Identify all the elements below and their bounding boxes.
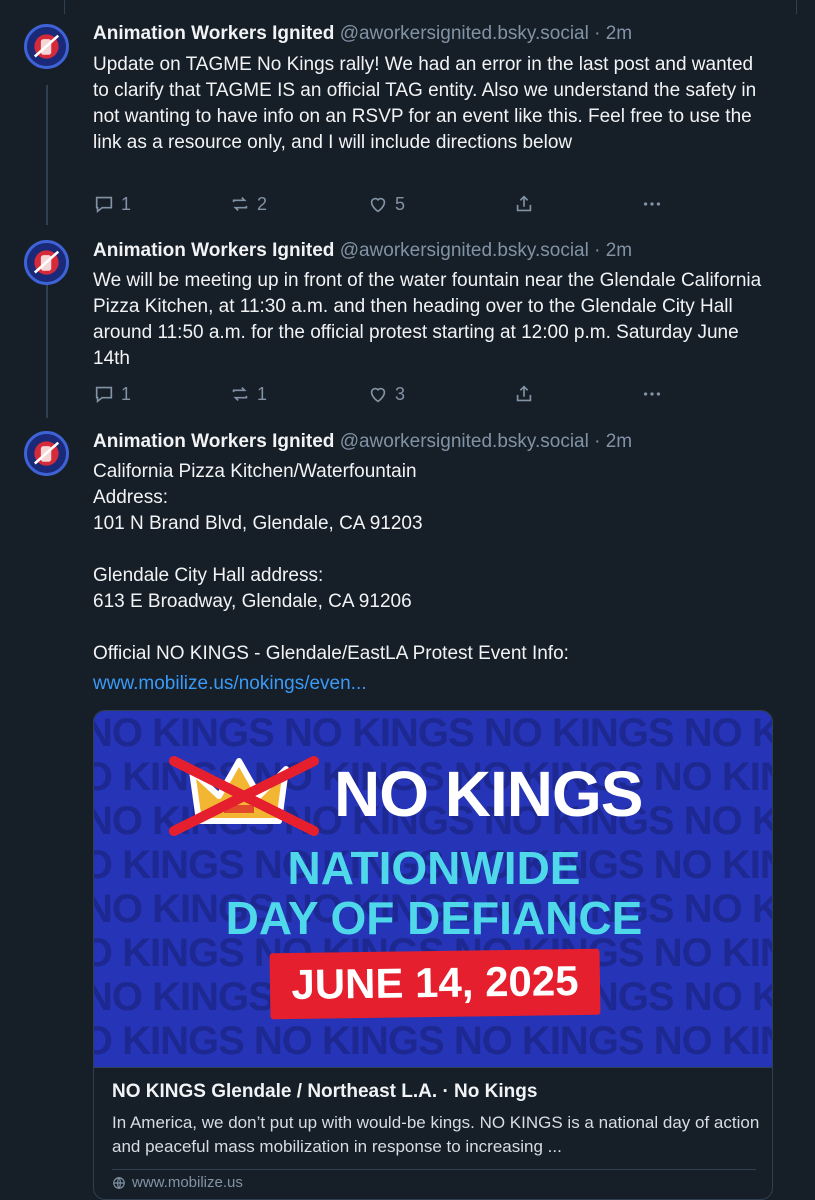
divider	[94, 1067, 772, 1068]
domain-text: www.mobilize.us	[132, 1174, 243, 1191]
banner-date-box: JUNE 14, 2025	[269, 948, 601, 1020]
reply-count: 1	[121, 383, 132, 404]
author-name[interactable]: Animation Workers Ignited	[93, 431, 334, 452]
post-time[interactable]: · 2m	[594, 431, 632, 452]
like-button[interactable]: 3	[367, 383, 405, 405]
thread-line	[46, 85, 48, 225]
share-button[interactable]	[513, 383, 541, 405]
post-time[interactable]: · 2m	[594, 23, 632, 44]
repost-count: 2	[257, 193, 268, 214]
banner-date: JUNE 14, 2025	[291, 956, 579, 1009]
repost-button[interactable]: 1	[229, 383, 267, 405]
avatar[interactable]	[24, 240, 69, 285]
event-link[interactable]: www.mobilize.us/nokings/even...	[93, 671, 367, 697]
avatar-image	[27, 434, 66, 473]
crossed-crown-icon	[169, 756, 319, 836]
post-header: Animation Workers Ignited @aworkersignit…	[93, 22, 632, 46]
thread-line	[46, 278, 48, 418]
column-border-left	[64, 0, 65, 14]
post-actions: 1 1 3	[93, 383, 673, 407]
post-time[interactable]: · 2m	[594, 240, 632, 261]
repost-icon	[232, 196, 248, 212]
heart-icon	[370, 387, 386, 403]
post-text: California Pizza Kitchen/Waterfountain A…	[93, 461, 569, 664]
post-header: Animation Workers Ignited @aworkersignit…	[93, 430, 632, 454]
more-button[interactable]	[641, 383, 669, 405]
share-icon	[516, 195, 532, 212]
reply-button[interactable]: 1	[93, 193, 131, 215]
author-name[interactable]: Animation Workers Ignited	[93, 23, 334, 44]
banner-background-text: NO KINGS NO KINGS NO KINGS NO KINGS NO K…	[94, 1019, 772, 1063]
more-icon	[643, 392, 661, 396]
avatar[interactable]	[24, 431, 69, 476]
author-handle[interactable]: @aworkersignited.bsky.social	[340, 23, 589, 44]
repost-icon	[232, 386, 248, 402]
avatar-image	[27, 243, 66, 282]
banner-title: NO KINGS	[334, 758, 643, 830]
link-card[interactable]: NO KINGS NO KINGS NO KINGS NO KINGS NO K…	[93, 710, 773, 1200]
more-button[interactable]	[641, 193, 669, 215]
author-handle[interactable]: @aworkersignited.bsky.social	[340, 431, 589, 452]
divider	[112, 1169, 756, 1170]
share-icon	[516, 385, 532, 402]
post-actions: 1 2 5	[93, 193, 673, 217]
repost-button[interactable]: 2	[229, 193, 267, 215]
heart-icon	[370, 197, 386, 213]
share-button[interactable]	[513, 193, 541, 215]
like-button[interactable]: 5	[367, 193, 405, 215]
post-text: We will be meeting up in front of the wa…	[93, 270, 762, 369]
post-text: Update on TAGME No Kings rally! We had a…	[93, 54, 757, 153]
reply-button[interactable]: 1	[93, 383, 131, 405]
more-icon	[643, 202, 661, 206]
link-card-title[interactable]: NO KINGS Glendale / Northeast L.A. · No …	[112, 1081, 537, 1103]
post-header: Animation Workers Ignited @aworkersignit…	[93, 239, 632, 263]
avatar-image	[27, 27, 66, 66]
like-count: 3	[395, 383, 406, 404]
repost-count: 1	[257, 383, 268, 404]
banner-line-2: DAY OF DEFIANCE	[225, 892, 643, 944]
avatar[interactable]	[24, 24, 69, 69]
globe-icon	[113, 1176, 125, 1189]
reply-icon	[95, 196, 113, 214]
banner-line-1: NATIONWIDE	[287, 842, 581, 894]
reply-count: 1	[121, 193, 132, 214]
link-card-banner: NO KINGS NO KINGS NO KINGS NO KINGS NO K…	[94, 711, 772, 1067]
like-count: 5	[395, 193, 406, 214]
reply-icon	[95, 386, 113, 404]
link-card-description: In America, we don’t put up with would-b…	[112, 1113, 760, 1156]
column-border-right	[796, 0, 797, 14]
author-handle[interactable]: @aworkersignited.bsky.social	[340, 240, 589, 261]
link-card-domain: www.mobilize.us	[112, 1174, 243, 1191]
author-name[interactable]: Animation Workers Ignited	[93, 240, 334, 261]
